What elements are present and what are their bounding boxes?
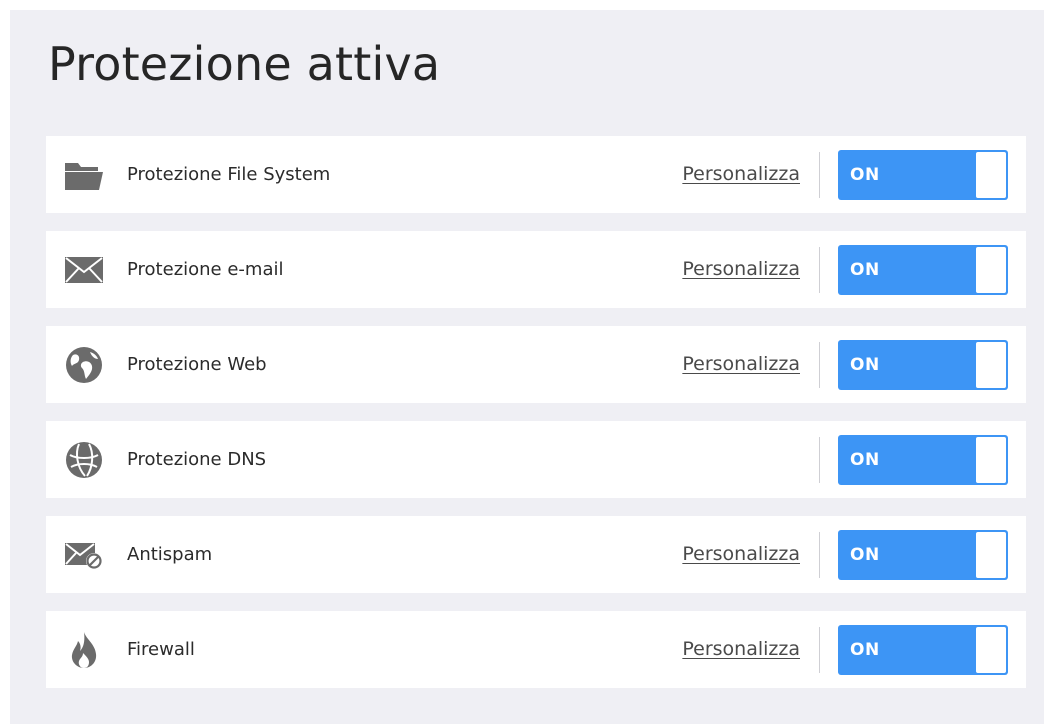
row-antispam: Antispam Personalizza ON	[46, 516, 1026, 593]
toggle-state: ON	[850, 545, 880, 565]
web-toggle[interactable]: ON	[838, 340, 1008, 390]
antispam-toggle[interactable]: ON	[838, 530, 1008, 580]
toggle-knob	[976, 247, 1006, 293]
file-system-toggle[interactable]: ON	[838, 150, 1008, 200]
active-protection-panel: Protezione attiva Protezione File System…	[10, 10, 1044, 724]
customize-link[interactable]: Personalizza	[682, 326, 800, 403]
customize-link[interactable]: Personalizza	[682, 136, 800, 213]
divider	[819, 532, 820, 578]
row-file-system-protection: Protezione File System Personalizza ON	[46, 136, 1026, 213]
toggle-state: ON	[850, 450, 880, 470]
envelope-blocked-icon	[64, 535, 104, 575]
toggle-state: ON	[850, 260, 880, 280]
row-email-protection: Protezione e-mail Personalizza ON	[46, 231, 1026, 308]
row-label: Protezione File System	[127, 164, 331, 185]
toggle-state: ON	[850, 640, 880, 660]
row-label: Firewall	[127, 639, 195, 660]
divider	[819, 247, 820, 293]
divider	[819, 627, 820, 673]
email-toggle[interactable]: ON	[838, 245, 1008, 295]
flame-icon	[64, 630, 104, 670]
toggle-knob	[976, 437, 1006, 483]
envelope-icon	[64, 250, 104, 290]
divider	[819, 152, 820, 198]
row-web-protection: Protezione Web Personalizza ON	[46, 326, 1026, 403]
row-label: Protezione e-mail	[127, 259, 284, 280]
protection-list: Protezione File System Personalizza ON P…	[46, 136, 1026, 706]
dns-toggle[interactable]: ON	[838, 435, 1008, 485]
toggle-knob	[976, 627, 1006, 673]
toggle-knob	[976, 532, 1006, 578]
customize-link[interactable]: Personalizza	[682, 516, 800, 593]
toggle-state: ON	[850, 165, 880, 185]
divider	[819, 437, 820, 483]
row-label: Protezione Web	[127, 354, 267, 375]
folder-icon	[64, 155, 104, 195]
customize-link[interactable]: Personalizza	[682, 611, 800, 688]
globe-icon	[64, 345, 104, 385]
row-firewall: Firewall Personalizza ON	[46, 611, 1026, 688]
row-label: Protezione DNS	[127, 449, 267, 470]
toggle-knob	[976, 152, 1006, 198]
toggle-state: ON	[850, 355, 880, 375]
divider	[819, 342, 820, 388]
row-dns-protection: Protezione DNS ON	[46, 421, 1026, 498]
page-title: Protezione attiva	[48, 37, 441, 91]
dns-globe-icon	[64, 440, 104, 480]
firewall-toggle[interactable]: ON	[838, 625, 1008, 675]
row-label: Antispam	[127, 544, 213, 565]
toggle-knob	[976, 342, 1006, 388]
customize-link[interactable]: Personalizza	[682, 231, 800, 308]
